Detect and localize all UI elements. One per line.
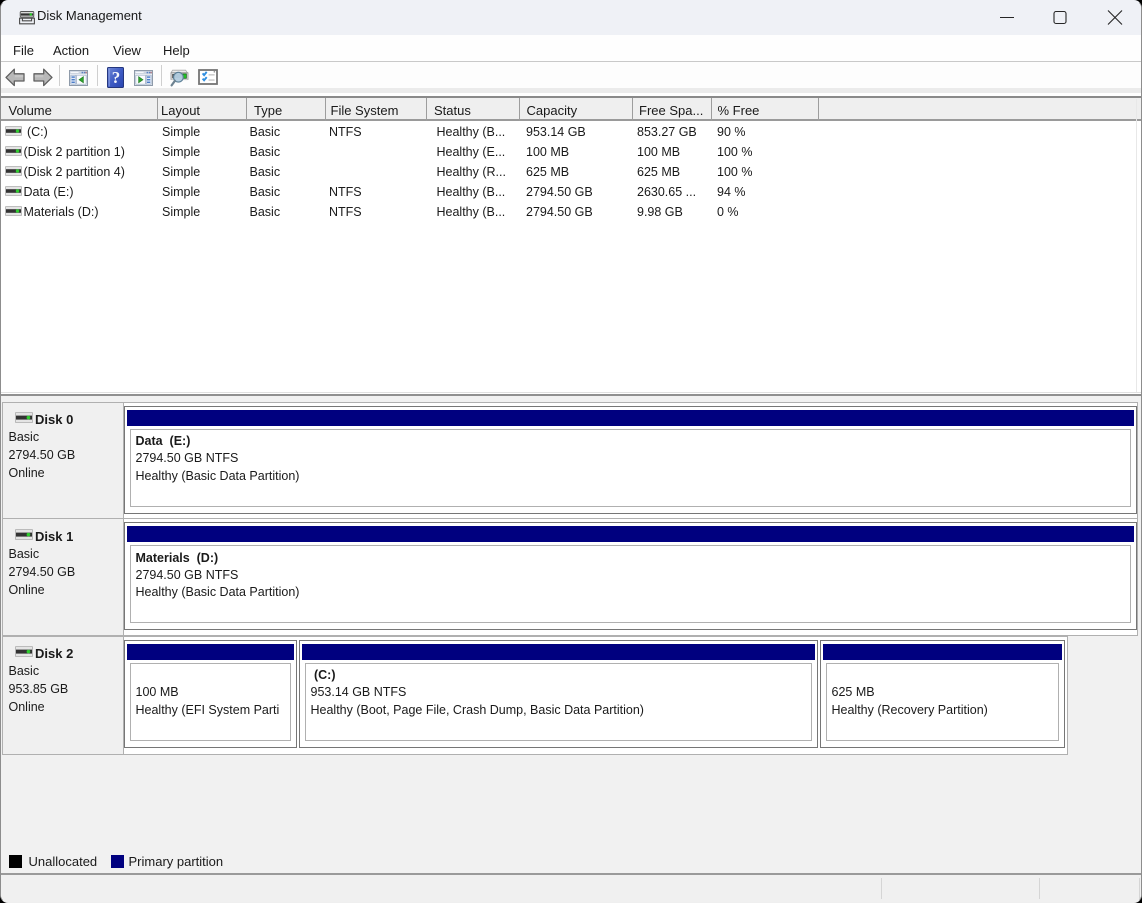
svg-text:?: ? xyxy=(112,68,121,87)
